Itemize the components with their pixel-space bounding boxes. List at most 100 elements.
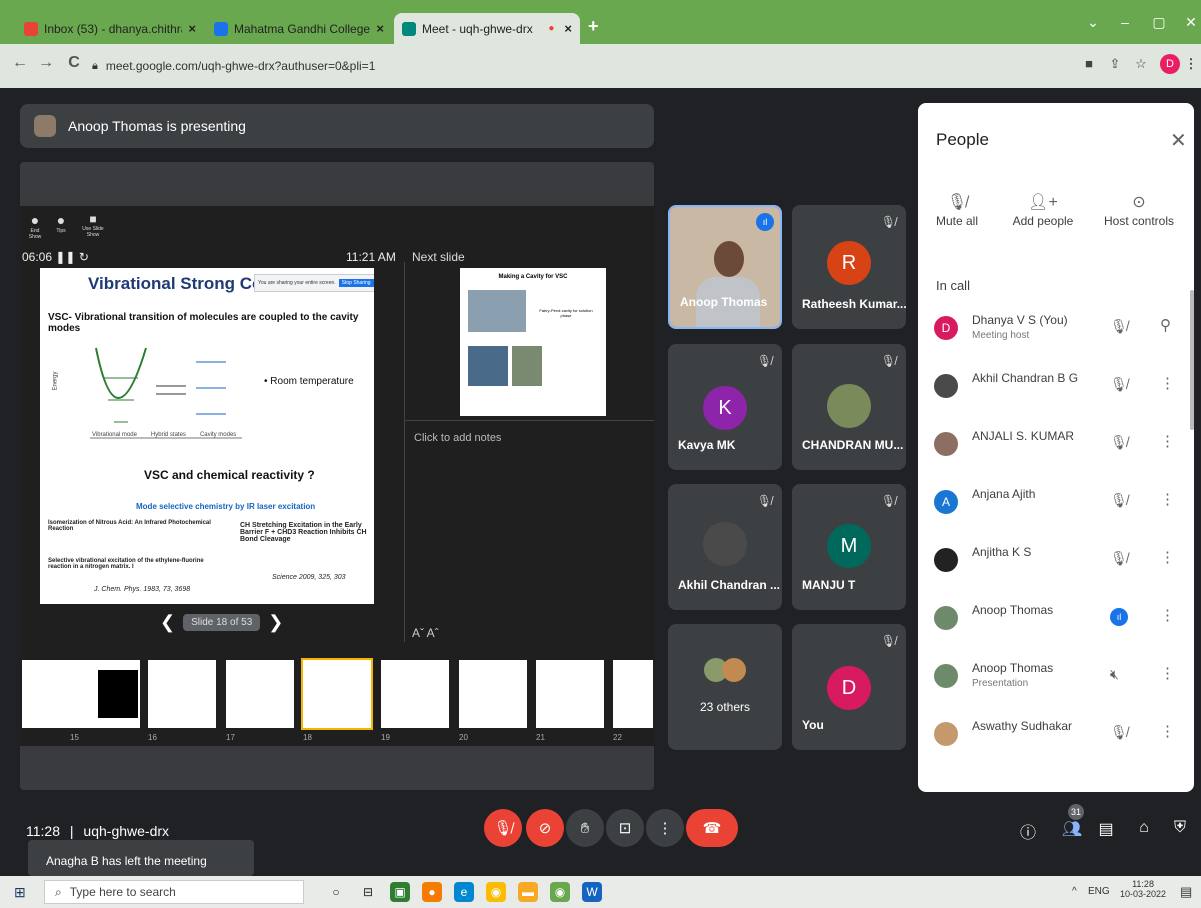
participant-tile[interactable]: 🎙︎̸ R Ratheesh Kumar... xyxy=(792,205,906,329)
chrome-icon[interactable]: ◉ xyxy=(486,882,506,902)
participant-row[interactable]: A Anjana Ajith 🎙︎̸ ⋮ xyxy=(918,474,1194,532)
pin-icon[interactable]: ⚲ xyxy=(1160,316,1171,334)
more-options-icon[interactable]: ⋮ xyxy=(1160,722,1175,740)
activities-icon[interactable]: ⌂ xyxy=(1132,819,1156,837)
slide-thumbnail[interactable] xyxy=(381,660,449,728)
tips-button[interactable]: ● Tips xyxy=(52,212,70,234)
participant-row[interactable]: Anjitha K S 🎙︎̸ ⋮ xyxy=(918,532,1194,590)
maximize-icon[interactable]: ▢ xyxy=(1144,14,1174,31)
slide-thumbnail[interactable] xyxy=(536,660,604,728)
tab-inbox[interactable]: Inbox (53) - dhanya.chithra@m × xyxy=(16,13,204,44)
chrome-active-icon[interactable]: ◉ xyxy=(550,882,570,902)
close-icon[interactable]: × xyxy=(564,21,572,36)
next-slide-preview[interactable]: Making a Cavity for VSC Fabry-Perot cavi… xyxy=(460,268,606,416)
participant-row[interactable]: Akhil Chandran B G 🎙︎̸ ⋮ xyxy=(918,358,1194,416)
more-options-button[interactable]: ⋮ xyxy=(646,809,684,847)
chat-icon[interactable]: ▤ xyxy=(1094,819,1118,839)
meeting-info-icon[interactable]: ⓘ xyxy=(1016,819,1040,843)
slide-thumbnail[interactable] xyxy=(613,660,653,728)
participant-tile[interactable]: 🎙︎̸ Akhil Chandran ... xyxy=(668,484,782,610)
participant-row[interactable]: Anoop Thomas ıl ⋮ xyxy=(918,590,1194,648)
participant-row[interactable]: D Dhanya V S (You) Meeting host 🎙︎̸ ⚲ xyxy=(918,300,1194,358)
close-window-icon[interactable]: ✕ xyxy=(1176,14,1201,31)
mic-off-icon[interactable]: 🎙︎̸ xyxy=(1110,492,1128,509)
tab-college[interactable]: Mahatma Gandhi College - Cale × xyxy=(206,13,392,44)
tab-meet[interactable]: Meet - uqh-ghwe-drx ● × xyxy=(394,13,580,44)
mic-off-icon[interactable]: 🎙︎̸ xyxy=(1110,550,1128,567)
profile-avatar[interactable]: D xyxy=(1160,54,1180,74)
mic-off-icon[interactable]: 🎙︎̸ xyxy=(1110,318,1128,335)
share-icon[interactable]: ⇪ xyxy=(1104,56,1126,72)
mic-toggle-button[interactable]: 🎙︎̸ xyxy=(484,809,522,847)
participant-tile[interactable]: 🎙︎̸ K Kavya MK xyxy=(668,344,782,470)
close-icon[interactable]: × xyxy=(376,21,384,36)
more-options-icon[interactable]: ⋮ xyxy=(1160,432,1175,450)
host-controls-icon[interactable]: ⛨ xyxy=(1168,819,1192,837)
raise-hand-button[interactable]: ✋︎ xyxy=(566,809,604,847)
stop-sharing-button[interactable]: Stop Sharing xyxy=(338,279,374,287)
others-tile[interactable]: 23 others xyxy=(668,624,782,750)
word-icon[interactable]: W xyxy=(582,882,602,902)
slide-thumbnail-selected[interactable] xyxy=(301,658,373,730)
notes-area[interactable]: Click to add notes xyxy=(414,432,501,444)
slide-thumbnail[interactable] xyxy=(148,660,216,728)
more-options-icon[interactable]: ⋮ xyxy=(1160,374,1175,392)
minimize-icon[interactable]: – xyxy=(1110,14,1140,30)
participant-row[interactable]: ANJALI S. KUMAR 🎙︎̸ ⋮ xyxy=(918,416,1194,474)
add-people-button[interactable]: 👤︎+ Add people xyxy=(998,192,1088,228)
more-options-icon[interactable]: ⋮ xyxy=(1160,664,1175,682)
slide-thumbnail[interactable] xyxy=(226,660,294,728)
url-bar[interactable]: 🔒︎ meet.google.com/uqh-ghwe-drx?authuser… xyxy=(92,52,1072,80)
menu-kebab-icon[interactable]: ⋮ xyxy=(1180,56,1201,72)
tab-search-icon[interactable]: ⌄ xyxy=(1078,14,1108,31)
language-indicator[interactable]: ENG xyxy=(1088,886,1110,897)
more-options-icon[interactable]: ⋮ xyxy=(1160,606,1175,624)
self-tile[interactable]: 🎙︎̸ D You xyxy=(792,624,906,750)
more-options-icon[interactable]: ⋮ xyxy=(1160,548,1175,566)
mic-off-icon[interactable]: 🎙︎̸ xyxy=(1110,434,1128,451)
forward-icon[interactable]: → xyxy=(36,54,56,72)
store-icon[interactable]: ▣ xyxy=(390,882,410,902)
file-explorer-icon[interactable]: ▬ xyxy=(518,882,538,902)
end-show-button[interactable]: ● End Show xyxy=(24,212,46,240)
people-icon[interactable]: 👥︎ xyxy=(1060,819,1084,839)
leave-call-button[interactable]: ☎︎ xyxy=(686,809,738,847)
camera-toggle-button[interactable]: ⊘ xyxy=(526,809,564,847)
slide-thumbnail[interactable] xyxy=(72,660,140,728)
tray-chevron-icon[interactable]: ^ xyxy=(1072,886,1077,897)
present-button[interactable]: ⊡ xyxy=(606,809,644,847)
taskbar-clock[interactable]: 11:28 10-03-2022 xyxy=(1120,879,1166,899)
mic-off-icon[interactable]: 🎙︎̸ xyxy=(1110,724,1128,741)
taskbar-search[interactable]: ⌕ Type here to search xyxy=(44,880,304,904)
windows-start-icon[interactable]: ⊞ xyxy=(14,884,26,901)
font-size-controls[interactable]: Aˇ Aˆ xyxy=(412,626,439,640)
pause-icon[interactable]: ❚❚ xyxy=(55,250,75,264)
volume-off-icon[interactable]: 🔇︎ xyxy=(1110,666,1119,683)
host-controls-button[interactable]: ⊙ Host controls xyxy=(1094,192,1184,228)
next-slide-icon[interactable]: ❯ xyxy=(268,612,283,633)
new-tab-button[interactable]: + xyxy=(588,16,599,37)
restart-icon[interactable]: ↻ xyxy=(79,250,89,264)
prev-slide-icon[interactable]: ❮ xyxy=(160,612,175,633)
back-icon[interactable]: ← xyxy=(10,54,30,72)
edge-icon[interactable]: e xyxy=(454,882,474,902)
mic-off-icon[interactable]: 🎙︎̸ xyxy=(1110,376,1128,393)
mute-all-button[interactable]: 🎙︎̸ Mute all xyxy=(912,192,1002,228)
slide-thumbnail[interactable] xyxy=(459,660,527,728)
task-view-icon[interactable]: ⊟ xyxy=(358,882,378,902)
participant-tile[interactable]: 🎙︎̸ CHANDRAN MU... xyxy=(792,344,906,470)
use-slide-show-button[interactable]: ■ Use Slide Show xyxy=(76,212,110,238)
more-options-icon[interactable]: ⋮ xyxy=(1160,490,1175,508)
close-icon[interactable]: × xyxy=(188,21,196,36)
firefox-icon[interactable]: ● xyxy=(422,882,442,902)
participant-tile[interactable]: 🎙︎̸ M MANJU T xyxy=(792,484,906,610)
slide-indicator[interactable]: Slide 18 of 53 xyxy=(183,614,261,631)
participant-row[interactable]: Anoop Thomas Presentation 🔇︎ ⋮ xyxy=(918,648,1194,706)
reload-icon[interactable]: C xyxy=(64,54,84,72)
bookmark-star-icon[interactable]: ☆ xyxy=(1130,56,1152,72)
camera-indicator-icon[interactable]: ■ xyxy=(1078,56,1100,71)
close-icon[interactable]: ✕ xyxy=(1170,128,1187,153)
participant-tile[interactable]: ıl Anoop Thomas xyxy=(668,205,782,329)
notifications-icon[interactable]: ▤ xyxy=(1180,884,1192,900)
participant-row[interactable]: Aswathy Sudhakar 🎙︎̸ ⋮ xyxy=(918,706,1194,764)
